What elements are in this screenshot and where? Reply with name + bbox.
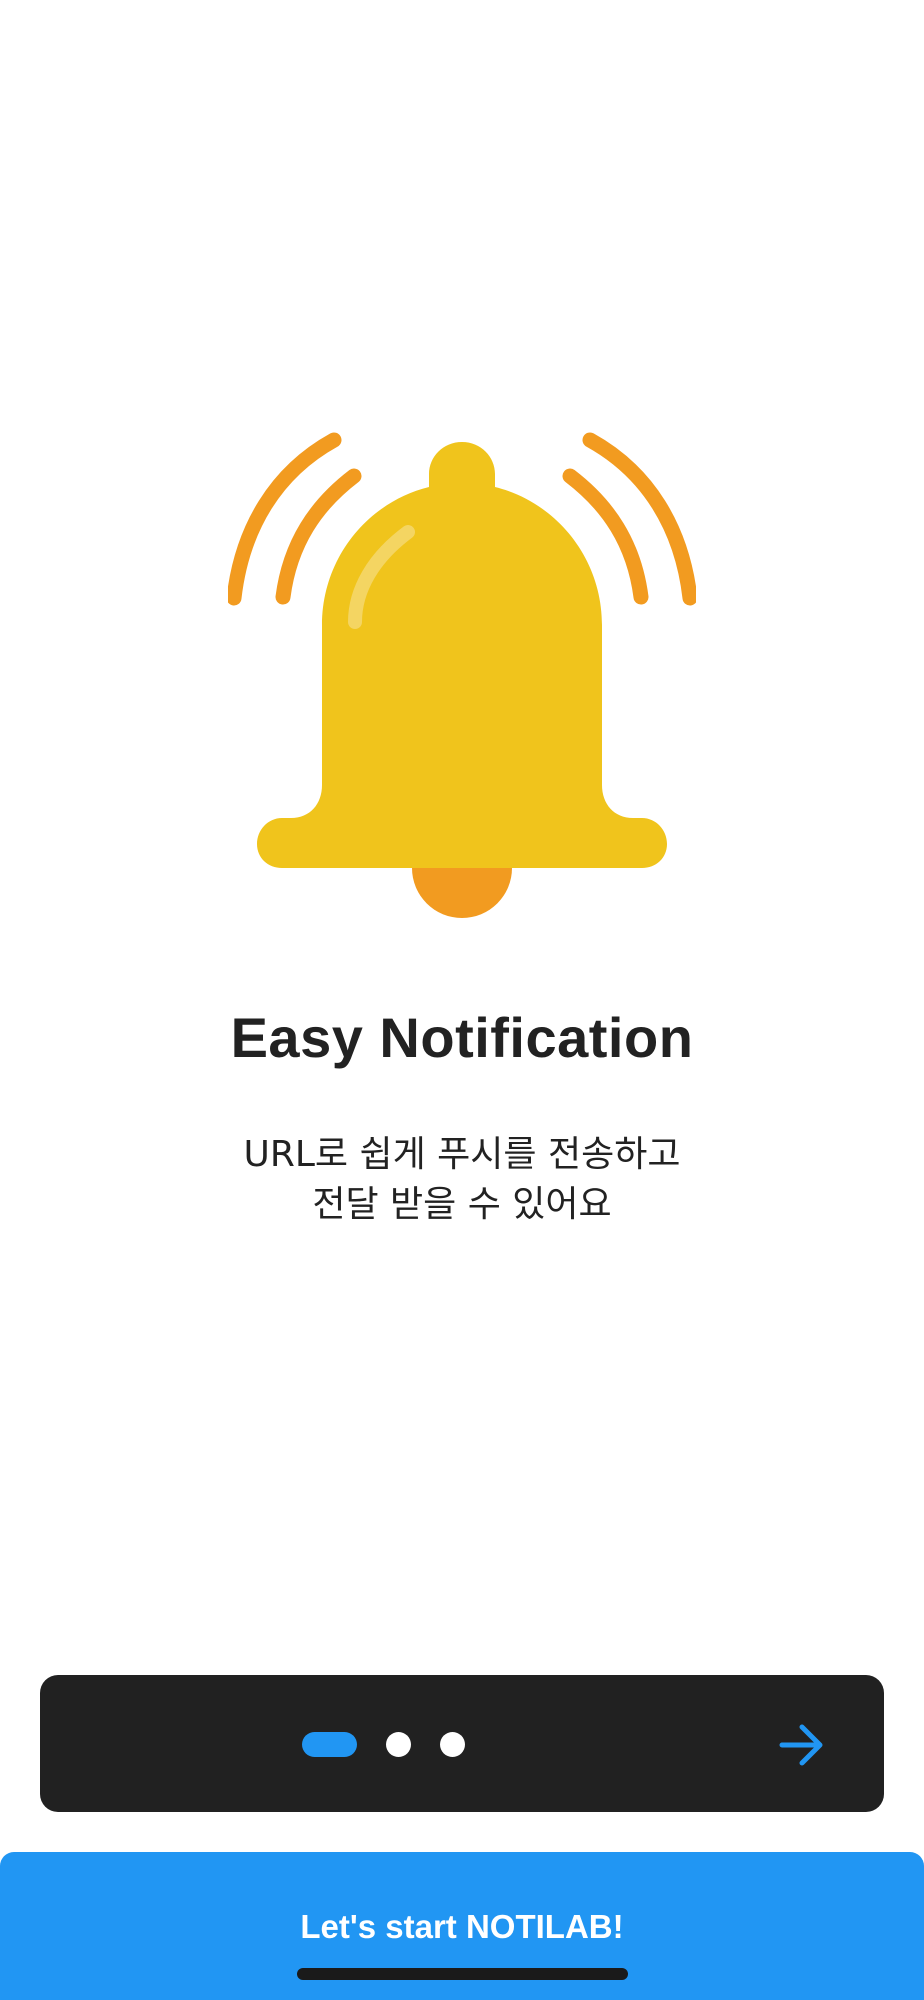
onboarding-title: Easy Notification — [230, 1006, 694, 1069]
ringing-bell-icon — [228, 430, 696, 920]
start-button-label: Let's start NOTILAB! — [300, 1908, 624, 1945]
arrow-right-icon — [779, 1724, 823, 1766]
home-indicator[interactable] — [297, 1968, 628, 1980]
description-line-2: 전달 받을 수 있어요 — [312, 1184, 612, 1225]
onboarding-screen: Easy Notification URL로 쉽게 푸시를 전송하고 전달 받을… — [0, 0, 924, 2000]
page-dot-2[interactable] — [386, 1731, 411, 1757]
page-dot-3[interactable] — [440, 1731, 465, 1757]
page-indicator — [302, 1731, 494, 1757]
next-page-button[interactable] — [774, 1717, 830, 1773]
pager-bar — [40, 1675, 884, 1812]
onboarding-description: URL로 쉽게 푸시를 전송하고 전달 받을 수 있어요 — [0, 1130, 924, 1230]
description-line-1: URL로 쉽게 푸시를 전송하고 — [243, 1134, 681, 1175]
page-dot-1-active[interactable] — [302, 1731, 357, 1757]
